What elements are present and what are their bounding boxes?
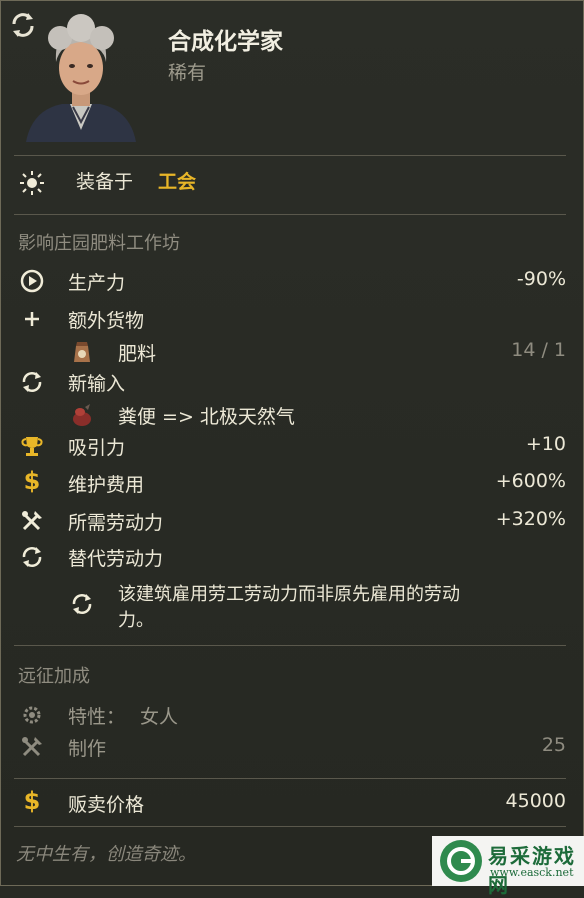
affects-header: 影响庄园肥料工作坊: [18, 233, 180, 254]
conversion-label: 粪便 => 北极天然气: [118, 406, 295, 428]
sell-value: 45000: [505, 790, 566, 812]
stat-productivity: 生产力 -90%: [0, 265, 584, 299]
cycle-icon: [22, 372, 42, 392]
crafting-label: 制作: [68, 738, 107, 760]
flavor-text: 无中生有，创造奇迹。: [16, 844, 196, 865]
stat-label: 所需劳动力: [68, 512, 164, 534]
stat-alt-workforce: 替代劳动力: [0, 541, 584, 575]
input-conversion: 粪便 => 北极天然气: [0, 399, 584, 433]
divider: [14, 155, 566, 156]
sun-icon: [20, 171, 44, 195]
watermark-url: www.easck.net: [490, 866, 574, 879]
desc-line-1: 该建筑雇用劳工劳动力而非原先雇用的劳动: [118, 584, 460, 605]
sell-price-row: $ 贩卖价格 45000: [0, 787, 584, 821]
stat-appeal: 吸引力 +10: [0, 430, 584, 464]
trait-value: 女人: [140, 706, 179, 728]
stat-label: 生产力: [68, 272, 126, 294]
good-value: 14 / 1: [511, 339, 566, 361]
good-label: 肥料: [118, 343, 157, 365]
stat-value: +320%: [495, 508, 566, 530]
stat-upkeep: $ 维护费用 +600%: [0, 467, 584, 501]
stat-label: 吸引力: [68, 437, 126, 459]
watermark-logo-icon: [440, 840, 482, 882]
crafting-value: 25: [541, 734, 566, 756]
manure-icon: [73, 404, 91, 426]
stat-label: 替代劳动力: [68, 548, 164, 570]
expedition-crafting: 制作 25: [0, 731, 584, 765]
gauge-icon: [20, 269, 44, 293]
expedition-trait: 特性： 女人: [0, 699, 584, 733]
stat-label: 维护费用: [68, 474, 145, 496]
gear-icon: [23, 706, 41, 724]
stat-value: -90%: [516, 268, 566, 290]
divider: [14, 778, 566, 779]
tools-icon: [22, 511, 42, 531]
dollar-icon: $: [23, 787, 41, 815]
desc-line-2: 力。: [118, 610, 154, 631]
fertilizer-icon: [74, 342, 90, 362]
divider: [14, 645, 566, 646]
equipped-row: 装备于 工会: [0, 165, 584, 199]
equipped-label: 装备于: [76, 171, 134, 193]
stat-workforce: 所需劳动力 +320%: [0, 505, 584, 539]
stat-extra-goods: 额外货物: [0, 303, 584, 337]
divider: [14, 826, 566, 827]
specialist-portrait: [26, 14, 136, 142]
stat-new-input: 新输入: [0, 366, 584, 400]
stat-value: +10: [525, 433, 566, 455]
site-watermark: 易采游戏网 www.easck.net: [432, 836, 584, 897]
trait-label: 特性：: [68, 706, 126, 728]
alt-workforce-desc: 该建筑雇用劳工劳动力而非原先雇用的劳动 力。: [0, 576, 584, 636]
stat-label: 新输入: [68, 373, 126, 395]
expedition-header: 远征加成: [18, 666, 90, 687]
good-fertilizer: 肥料 14 / 1: [0, 336, 584, 370]
trophy-icon: [21, 437, 43, 456]
sell-label: 贩卖价格: [68, 794, 145, 816]
card-header: 合成化学家 稀有: [0, 0, 584, 150]
tools-icon: [22, 737, 42, 757]
dollar-icon: $: [23, 467, 41, 495]
stat-value: +600%: [495, 470, 566, 492]
stat-label: 额外货物: [68, 310, 145, 332]
plus-icon: [25, 312, 39, 326]
rarity-label: 稀有: [168, 62, 207, 84]
cycle-icon: [22, 547, 42, 567]
specialist-title: 合成化学家: [168, 29, 283, 55]
equipped-building-link[interactable]: 工会: [158, 167, 196, 194]
cycle-icon: [72, 594, 92, 614]
divider: [14, 214, 566, 215]
